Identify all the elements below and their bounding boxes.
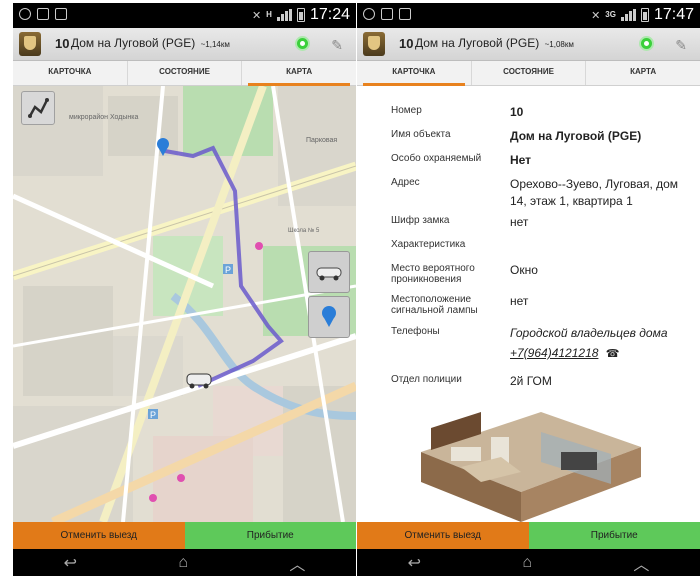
status-right: ✕ 3G 17:47	[591, 6, 694, 24]
wrench-icon[interactable]: ✎	[331, 37, 343, 54]
object-title: Дом на Луговой (PGE) ~1,08км	[415, 36, 574, 50]
battery-icon	[296, 8, 305, 22]
cancel-trip-button[interactable]: Отменить выезд	[357, 522, 529, 549]
tab-state[interactable]: СОСТОЯНИЕ	[472, 61, 587, 85]
title-bar: 10 Дом на Луговой (PGE) ~1,14км ✎	[13, 28, 356, 61]
field-label: Шифр замка	[391, 215, 450, 226]
field-value: нет	[510, 294, 529, 308]
field-value: Нет	[510, 153, 532, 167]
gps-status-icon[interactable]	[295, 36, 310, 51]
object-number: 10	[399, 36, 414, 51]
phone-screen-card: ✕ 3G 17:47 10 Дом на Луговой (PGE) ~1,08…	[357, 3, 700, 576]
field-label: Имя объекта	[391, 129, 451, 140]
recent-apps-icon[interactable]: ︿	[633, 551, 649, 575]
wrench-icon[interactable]: ✎	[675, 37, 687, 54]
signal-icon	[620, 9, 636, 21]
tab-state[interactable]: СОСТОЯНИЕ	[128, 61, 243, 85]
car-icon	[316, 267, 342, 281]
field-label: Адрес	[391, 177, 420, 188]
phone-icon[interactable]: ☎	[606, 348, 620, 360]
field-label: Особо охраняемый	[391, 153, 482, 164]
shield-icon[interactable]	[19, 32, 41, 56]
phone-link[interactable]: +7(964)4121218	[510, 346, 598, 360]
tab-map[interactable]: КАРТА	[242, 61, 356, 86]
tab-card[interactable]: КАРТОЧКА	[357, 61, 472, 86]
status-bar: ✕ H 17:24	[13, 3, 356, 28]
object-number: 10	[55, 36, 70, 51]
field-value: Городской владельцев дома +7(964)4121218…	[510, 325, 690, 363]
tab-map[interactable]: КАРТА	[586, 61, 700, 85]
field-label: Характеристика	[391, 239, 466, 250]
center-object-button[interactable]	[308, 296, 350, 338]
mute-icon: ✕	[251, 9, 262, 22]
status-right: ✕ H 17:24	[252, 6, 350, 24]
battery-icon	[640, 8, 649, 22]
field-label: Номер	[391, 105, 422, 116]
house-plan-image	[421, 412, 641, 522]
svg-text:P: P	[150, 410, 156, 420]
map-canvas[interactable]: P P микрорайон Ходынка Парковая Школа № …	[13, 86, 356, 522]
mute-icon: ✕	[591, 9, 601, 22]
object-title: Дом на Луговой (PGE) ~1,14км	[71, 36, 230, 50]
home-icon[interactable]: ⌂	[522, 554, 532, 572]
image-notification-icon	[381, 8, 393, 20]
recent-apps-icon[interactable]: ︿	[289, 551, 305, 575]
map-label-district: микрорайон Ходынка	[69, 113, 138, 121]
field-label: Телефоны	[391, 326, 440, 337]
back-icon[interactable]: ↩	[64, 553, 77, 573]
center-car-button[interactable]	[308, 251, 350, 293]
marker-icon	[322, 306, 336, 327]
gps-status-icon[interactable]	[639, 36, 654, 51]
field-label: Место вероятного проникновения	[391, 263, 475, 285]
tab-bar: КАРТОЧКА СОСТОЯНИЕ КАРТА	[13, 61, 356, 86]
route-icon	[28, 98, 49, 118]
clock: 17:24	[309, 6, 350, 23]
arrive-button[interactable]: Прибытие	[528, 522, 700, 549]
field-label: Отдел полиции	[391, 374, 462, 385]
tab-bar: КАРТОЧКА СОСТОЯНИЕ КАРТА	[357, 61, 700, 86]
map-view[interactable]: P P микрорайон Ходынка Парковая Школа № …	[13, 86, 356, 522]
action-buttons: Отменить выезд Прибытие	[13, 522, 356, 549]
signal-icon	[276, 9, 292, 21]
map-label-park: Парковая	[306, 137, 337, 144]
field-value: 10	[510, 105, 524, 119]
nav-bar: ↩ ⌂ ︿	[13, 549, 356, 576]
field-value: нет	[510, 215, 529, 229]
distance: ~1,08км	[544, 40, 574, 49]
nav-bar: ↩ ⌂ ︿	[357, 549, 700, 576]
network-type: H	[266, 10, 272, 19]
notification-icons	[363, 8, 411, 20]
route-toggle-button[interactable]	[21, 91, 55, 125]
phone-screen-map: ✕ H 17:24 10 Дом на Луговой (PGE) ~1,14к…	[13, 3, 356, 576]
address-value: Орехово--Зуево, Луговая, дом 14, этаж 1,…	[510, 177, 679, 208]
object-photo[interactable]	[391, 392, 667, 528]
tab-card[interactable]: КАРТОЧКА	[13, 61, 128, 85]
phone-line: +7(964)4121218 ☎	[510, 345, 690, 363]
field-value: Дом на Луговой (PGE)	[510, 129, 642, 143]
cancel-trip-button[interactable]: Отменить выезд	[13, 522, 185, 549]
svg-text:P: P	[225, 265, 231, 275]
phone-owner: Городской владельцев дома	[510, 326, 668, 340]
distance: ~1,14км	[200, 40, 230, 49]
status-bar: ✕ 3G 17:47	[357, 3, 700, 28]
action-buttons: Отменить выезд Прибытие	[357, 522, 700, 549]
notification-icons	[19, 8, 67, 20]
field-label: Местоположение сигнальной лампы	[391, 294, 478, 316]
field-value: Окно	[510, 263, 538, 277]
object-card: Номер 10 Имя объекта Дом на Луговой (PGE…	[357, 86, 700, 528]
gps-notification-icon	[363, 8, 375, 20]
map-label-school: Школа № 5	[288, 227, 320, 234]
gps-notification-icon	[19, 8, 31, 20]
arrive-button[interactable]: Прибытие	[184, 522, 356, 549]
shield-icon[interactable]	[363, 32, 385, 56]
field-value: 2й ГОМ	[510, 374, 552, 388]
network-type: 3G	[605, 10, 616, 19]
download-notification-icon	[399, 8, 411, 20]
title-bar: 10 Дом на Луговой (PGE) ~1,08км ✎	[357, 28, 700, 61]
image-notification-icon	[37, 8, 49, 20]
clock: 17:47	[653, 6, 694, 23]
home-icon[interactable]: ⌂	[178, 554, 188, 572]
back-icon[interactable]: ↩	[408, 553, 421, 573]
download-notification-icon	[55, 8, 67, 20]
